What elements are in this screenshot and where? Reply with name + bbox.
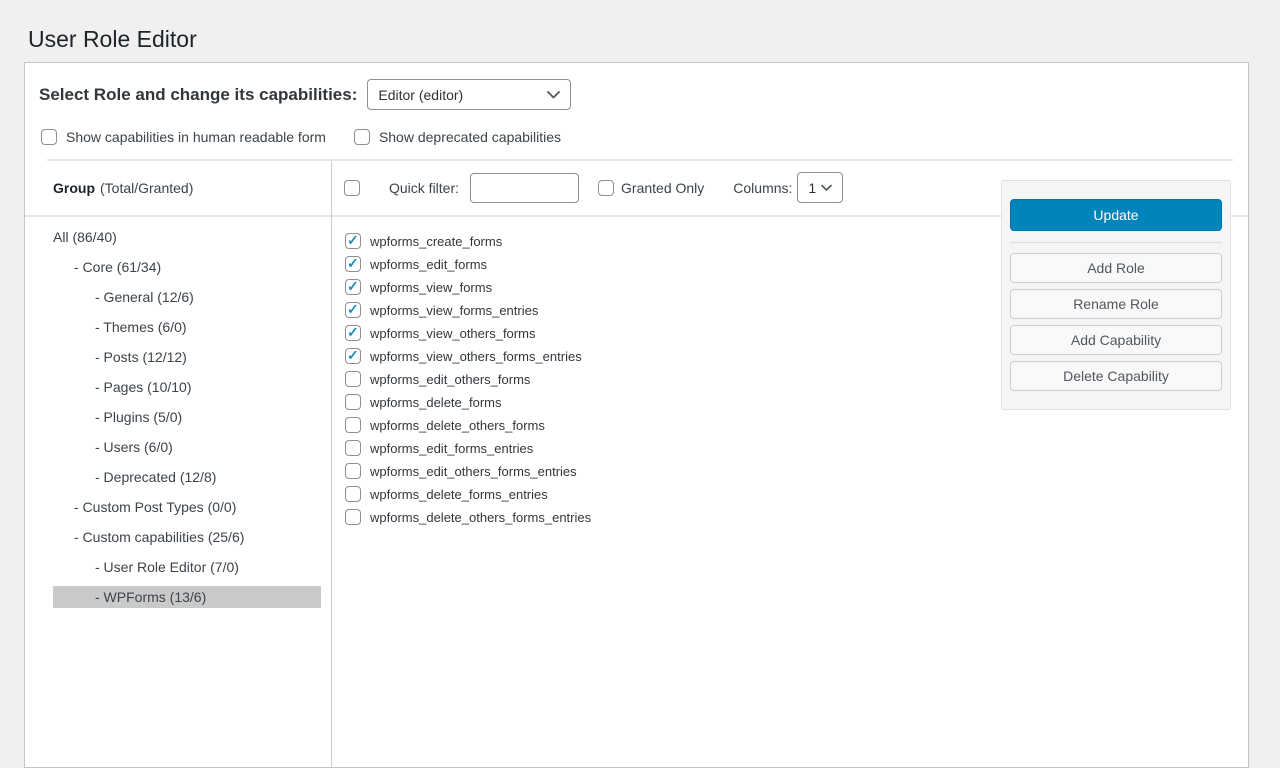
human-readable-option[interactable]: Show capabilities in human readable form bbox=[41, 129, 326, 145]
capability-checkbox[interactable] bbox=[345, 417, 361, 433]
capability-label: wpforms_delete_forms bbox=[370, 395, 502, 410]
capability-label: wpforms_view_forms bbox=[370, 280, 492, 295]
columns-label: Columns: bbox=[733, 180, 792, 196]
columns-select[interactable]: 1 bbox=[797, 172, 843, 203]
tree-item[interactable]: - Pages (10/10) bbox=[53, 376, 321, 398]
delete-capability-button[interactable]: Delete Capability bbox=[1010, 361, 1222, 391]
capability-row: wpforms_delete_others_forms_entries bbox=[345, 506, 1248, 529]
tree-item-label: - WPForms (13/6) bbox=[95, 589, 206, 605]
tree-item-label: - Custom capabilities (25/6) bbox=[74, 529, 244, 545]
capability-row: wpforms_delete_others_forms bbox=[345, 414, 1248, 437]
group-header-title: Group bbox=[53, 180, 95, 196]
tree-item-label: - Custom Post Types (0/0) bbox=[74, 499, 236, 515]
role-select-label: Select Role and change its capabilities: bbox=[39, 85, 357, 105]
deprecated-checkbox[interactable] bbox=[354, 129, 370, 145]
capability-checkbox[interactable] bbox=[345, 279, 361, 295]
group-tree: All (86/40) - Core (61/34) - General (12… bbox=[25, 217, 331, 616]
page-title: User Role Editor bbox=[28, 25, 1280, 55]
capability-checkbox[interactable] bbox=[345, 348, 361, 364]
group-column: Group (Total/Granted) All (86/40) - Core… bbox=[25, 161, 332, 767]
tree-item[interactable]: - Themes (6/0) bbox=[53, 316, 321, 338]
capability-label: wpforms_delete_others_forms_entries bbox=[370, 510, 591, 525]
capability-label: wpforms_view_others_forms_entries bbox=[370, 349, 582, 364]
tree-item[interactable]: - Posts (12/12) bbox=[53, 346, 321, 368]
tree-item[interactable]: - WPForms (13/6) bbox=[53, 586, 321, 608]
capability-checkbox[interactable] bbox=[345, 440, 361, 456]
capability-checkbox[interactable] bbox=[345, 394, 361, 410]
granted-only-label: Granted Only bbox=[621, 180, 704, 196]
group-header-suffix: (Total/Granted) bbox=[100, 180, 193, 196]
tree-item[interactable]: - Custom capabilities (25/6) bbox=[53, 526, 321, 548]
human-readable-label: Show capabilities in human readable form bbox=[66, 129, 326, 145]
update-button[interactable]: Update bbox=[1010, 199, 1222, 231]
role-row: Select Role and change its capabilities:… bbox=[39, 79, 1248, 111]
capability-label: wpforms_view_forms_entries bbox=[370, 303, 538, 318]
tree-item-label: - Core (61/34) bbox=[74, 259, 161, 275]
capability-label: wpforms_delete_forms_entries bbox=[370, 487, 548, 502]
tree-item-label: - Themes (6/0) bbox=[95, 319, 187, 335]
capability-checkbox[interactable] bbox=[345, 509, 361, 525]
capability-checkbox[interactable] bbox=[345, 486, 361, 502]
capability-label: wpforms_edit_others_forms_entries bbox=[370, 464, 577, 479]
capability-row: wpforms_edit_forms_entries bbox=[345, 437, 1248, 460]
tree-item-label: - General (12/6) bbox=[95, 289, 194, 305]
capability-label: wpforms_view_others_forms bbox=[370, 326, 535, 341]
columns-select-value: 1 bbox=[808, 180, 816, 196]
capabilities-column: Quick filter: Granted Only Columns: 1 bbox=[332, 161, 1248, 767]
tree-item[interactable]: - Users (6/0) bbox=[53, 436, 321, 458]
granted-only-checkbox[interactable] bbox=[598, 180, 614, 196]
tree-item-label: - Posts (12/12) bbox=[95, 349, 187, 365]
chevron-down-icon bbox=[547, 91, 560, 99]
capability-checkbox[interactable] bbox=[345, 233, 361, 249]
tree-item-label: All (86/40) bbox=[53, 229, 117, 245]
tree-item[interactable]: - General (12/6) bbox=[53, 286, 321, 308]
capability-label: wpforms_delete_others_forms bbox=[370, 418, 545, 433]
page: User Role Editor Select Role and change … bbox=[0, 0, 1280, 768]
content-columns: Group (Total/Granted) All (86/40) - Core… bbox=[25, 161, 1248, 767]
tree-item[interactable]: - User Role Editor (7/0) bbox=[53, 556, 321, 578]
main-panel: Select Role and change its capabilities:… bbox=[24, 62, 1249, 768]
capability-label: wpforms_edit_forms_entries bbox=[370, 441, 533, 456]
role-select[interactable]: Editor (editor) bbox=[367, 79, 571, 110]
display-options-row: Show capabilities in human readable form… bbox=[41, 128, 1248, 146]
capability-checkbox[interactable] bbox=[345, 256, 361, 272]
tree-item-label: - Deprecated (12/8) bbox=[95, 469, 216, 485]
tree-item-label: - Plugins (5/0) bbox=[95, 409, 182, 425]
granted-only-option[interactable]: Granted Only bbox=[598, 180, 704, 196]
select-all-checkbox[interactable] bbox=[344, 180, 360, 196]
quick-filter-input[interactable] bbox=[470, 173, 579, 203]
deprecated-option[interactable]: Show deprecated capabilities bbox=[354, 129, 561, 145]
capability-label: wpforms_edit_forms bbox=[370, 257, 487, 272]
capability-checkbox[interactable] bbox=[345, 371, 361, 387]
tree-item-label: - Users (6/0) bbox=[95, 439, 173, 455]
capability-label: wpforms_create_forms bbox=[370, 234, 502, 249]
add-role-button[interactable]: Add Role bbox=[1010, 253, 1222, 283]
tree-item[interactable]: - Core (61/34) bbox=[53, 256, 321, 278]
quick-filter-label: Quick filter: bbox=[389, 180, 459, 196]
capability-checkbox[interactable] bbox=[345, 302, 361, 318]
top-section: Select Role and change its capabilities:… bbox=[25, 63, 1248, 161]
capability-row: wpforms_edit_others_forms_entries bbox=[345, 460, 1248, 483]
capability-checkbox[interactable] bbox=[345, 463, 361, 479]
group-header: Group (Total/Granted) bbox=[25, 161, 331, 217]
add-capability-button[interactable]: Add Capability bbox=[1010, 325, 1222, 355]
rename-role-button[interactable]: Rename Role bbox=[1010, 289, 1222, 319]
tree-item-label: - User Role Editor (7/0) bbox=[95, 559, 239, 575]
human-readable-checkbox[interactable] bbox=[41, 129, 57, 145]
tree-item[interactable]: - Deprecated (12/8) bbox=[53, 466, 321, 488]
capability-checkbox[interactable] bbox=[345, 325, 361, 341]
actions-divider bbox=[1010, 242, 1222, 243]
capability-row: wpforms_delete_forms_entries bbox=[345, 483, 1248, 506]
chevron-down-icon bbox=[821, 184, 832, 191]
tree-item[interactable]: - Plugins (5/0) bbox=[53, 406, 321, 428]
tree-item[interactable]: - Custom Post Types (0/0) bbox=[53, 496, 321, 518]
tree-item-label: - Pages (10/10) bbox=[95, 379, 192, 395]
tree-item[interactable]: All (86/40) bbox=[53, 226, 321, 248]
role-select-value: Editor (editor) bbox=[378, 87, 463, 103]
actions-panel: Update Add Role Rename Role Add Capabili… bbox=[1001, 180, 1231, 410]
capability-label: wpforms_edit_others_forms bbox=[370, 372, 530, 387]
deprecated-label: Show deprecated capabilities bbox=[379, 129, 561, 145]
